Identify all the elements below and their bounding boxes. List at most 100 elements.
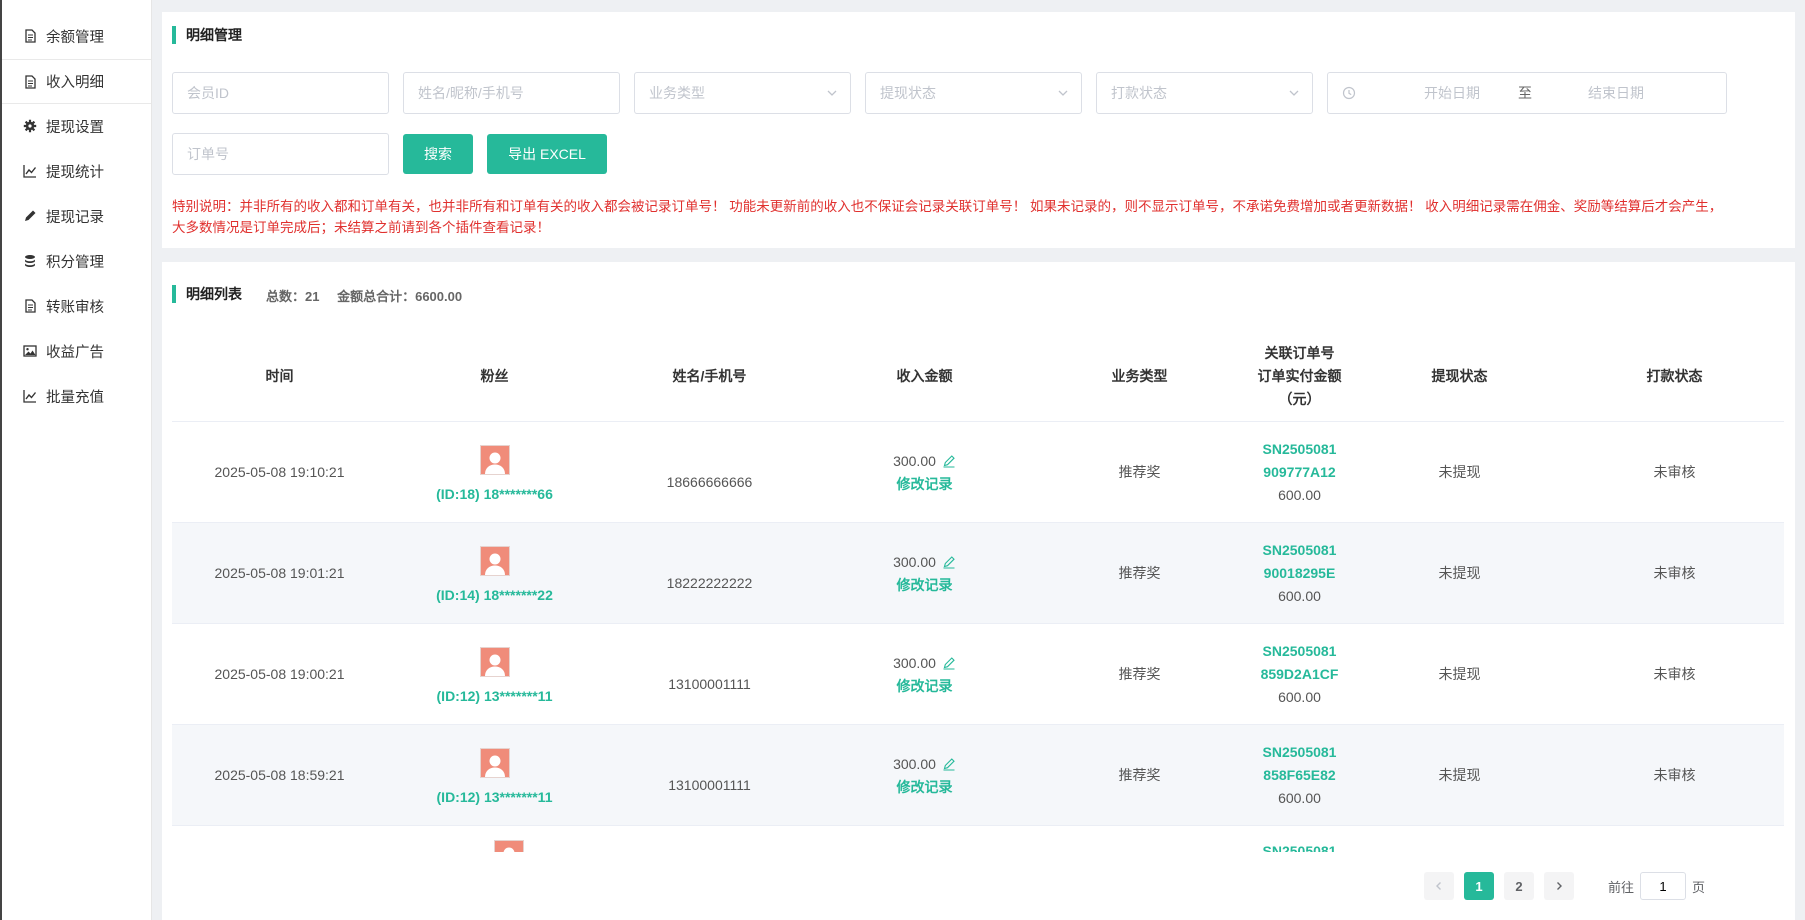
database-icon: [22, 253, 38, 269]
avatar-icon: [484, 654, 505, 676]
date-separator: 至: [1518, 85, 1532, 101]
sidebar-item-income-detail[interactable]: 收入明细: [2, 59, 151, 104]
sidebar-item-withdraw-records[interactable]: 提现记录: [2, 194, 151, 239]
fan-link[interactable]: (ID:14) 18*******22: [436, 584, 553, 607]
cell-amount: 300.00 修改记录: [817, 725, 1032, 826]
order-no-link[interactable]: SN2505081: [1263, 741, 1337, 764]
cell-phone: 18222222222: [666, 575, 753, 591]
sidebar-item-label: 积分管理: [46, 254, 104, 271]
cell-withdraw-status: 未提现: [1438, 666, 1481, 682]
avatar[interactable]: [479, 748, 510, 778]
sidebar-item-revenue-ads[interactable]: 收益广告: [2, 329, 151, 374]
date-range-picker[interactable]: 开始日期 至 结束日期: [1327, 72, 1727, 114]
prev-page-button[interactable]: [1424, 872, 1454, 900]
list-card: 明细列表 总数：21 金额总合计：6600.00 时间 粉丝 姓名/手机号 收入…: [162, 262, 1795, 920]
main-content: 明细管理 业务类型 提现状态 打款状态 开始日期 至 结束日期 搜索 导出 EX…: [162, 0, 1795, 920]
col-name-phone: 姓名/手机号: [672, 367, 747, 384]
title-accent-bar: [172, 26, 176, 44]
table-body: 2025-05-08 19:10:21 (ID:18) 18*******66 18…: [172, 422, 1784, 852]
cell-payment-status: 未审核: [1653, 464, 1696, 480]
withdraw-status-select[interactable]: 提现状态: [865, 72, 1082, 114]
edit-icon[interactable]: [942, 656, 956, 670]
order-no-input[interactable]: [172, 133, 389, 175]
business-type-select[interactable]: 业务类型: [634, 72, 851, 114]
sidebar-item-balance[interactable]: 余额管理: [2, 14, 151, 59]
sidebar-item-label: 收益广告: [46, 344, 104, 361]
avatar[interactable]: [494, 840, 524, 852]
cell-withdraw-status: 未提现: [1438, 767, 1481, 783]
col-business-type: 业务类型: [1111, 367, 1168, 384]
order-no-link[interactable]: SN2505081: [1247, 840, 1352, 852]
goto-page-input[interactable]: [1640, 872, 1687, 900]
table-row: SN2505081: [172, 826, 1784, 852]
cell-business-type: 推荐奖: [1118, 666, 1161, 682]
sidebar-item-transfer-review[interactable]: 转账审核: [2, 284, 151, 329]
start-date-input[interactable]: 开始日期: [1402, 83, 1502, 103]
avatar[interactable]: [479, 546, 510, 576]
sidebar-item-label: 提现设置: [46, 119, 104, 136]
order-no-link[interactable]: 859D2A1CF: [1261, 663, 1339, 686]
cell-business-type: 推荐奖: [1118, 464, 1161, 480]
sidebar-item-withdraw-stats[interactable]: 提现统计: [2, 149, 151, 194]
order-no-link[interactable]: SN2505081: [1263, 438, 1337, 461]
avatar[interactable]: [479, 647, 510, 677]
table-row: 2025-05-08 19:00:21 (ID:12) 13*******11 13…: [172, 624, 1784, 725]
col-payment-status: 打款状态: [1646, 367, 1703, 384]
next-page-button[interactable]: [1544, 872, 1574, 900]
cell-order: SN2505081 858F65E82 600.00: [1247, 725, 1352, 826]
order-no-link[interactable]: SN2505081: [1263, 539, 1337, 562]
cell-phone: 13100001111: [668, 777, 751, 793]
sidebar-item-label: 批量充值: [46, 389, 104, 406]
page-button-2[interactable]: 2: [1504, 872, 1534, 900]
edit-record-link[interactable]: 修改记录: [897, 473, 953, 496]
order-no-link[interactable]: SN2505081: [1263, 640, 1337, 663]
table-header: 时间 粉丝 姓名/手机号 收入金额 业务类型 关联订单号 订单实付金额 （元） …: [172, 330, 1784, 422]
avatar-icon: [484, 452, 505, 474]
chevron-right-icon: [1557, 882, 1562, 890]
edit-icon[interactable]: [942, 555, 956, 569]
chevron-down-icon: [827, 90, 837, 96]
avatar-icon: [484, 553, 505, 575]
end-date-input[interactable]: 结束日期: [1566, 83, 1666, 103]
member-id-input[interactable]: [172, 72, 389, 114]
title-accent-bar: [172, 285, 176, 303]
col-withdraw-status: 提现状态: [1431, 367, 1488, 384]
list-summary: 总数：21 金额总合计：6600.00: [266, 286, 476, 305]
sidebar-item-points[interactable]: 积分管理: [2, 239, 151, 284]
page-button-1[interactable]: 1: [1464, 872, 1494, 900]
cell-order: SN2505081 909777A12 600.00: [1247, 422, 1352, 523]
edit-icon[interactable]: [942, 454, 956, 468]
file-icon: [22, 298, 38, 314]
payment-status-select[interactable]: 打款状态: [1096, 72, 1313, 114]
name-phone-input[interactable]: [403, 72, 620, 114]
edit-record-link[interactable]: 修改记录: [897, 675, 953, 698]
pagination: 1 2 前往 页: [1424, 872, 1705, 900]
fan-link[interactable]: (ID:18) 18*******66: [436, 483, 553, 506]
detail-table: 时间 粉丝 姓名/手机号 收入金额 业务类型 关联订单号 订单实付金额 （元） …: [172, 330, 1784, 852]
col-order: 关联订单号 订单实付金额 （元）: [1257, 344, 1342, 407]
sidebar-item-label: 收入明细: [46, 75, 104, 91]
order-no-link[interactable]: 909777A12: [1263, 461, 1335, 484]
fan-link[interactable]: (ID:12) 13*******11: [437, 685, 553, 708]
sidebar-item-bulk-recharge[interactable]: 批量充值: [2, 374, 151, 419]
edit-icon[interactable]: [942, 757, 956, 771]
edit-record-link[interactable]: 修改记录: [897, 776, 953, 799]
image-icon: [22, 343, 38, 359]
edit-record-link[interactable]: 修改记录: [897, 574, 953, 597]
order-no-link[interactable]: 90018295E: [1264, 562, 1336, 585]
sidebar-item-withdraw-settings[interactable]: 提现设置: [2, 104, 151, 149]
avatar[interactable]: [479, 445, 510, 475]
order-no-link[interactable]: 858F65E82: [1263, 764, 1335, 787]
search-button[interactable]: 搜索: [403, 134, 473, 174]
sidebar-item-label: 提现记录: [46, 209, 104, 226]
cell-payment-status: 未审核: [1653, 666, 1696, 682]
fan-link[interactable]: (ID:12) 13*******11: [437, 786, 553, 809]
cell-order: SN2505081 859D2A1CF 600.00: [1247, 624, 1352, 725]
chevron-down-icon: [1058, 90, 1068, 96]
table-row: 2025-05-08 19:10:21 (ID:18) 18*******66 18…: [172, 422, 1784, 523]
filter-title: 明细管理: [172, 25, 242, 45]
chart-line-icon: [22, 388, 38, 404]
gear-icon: [22, 118, 38, 134]
export-excel-button[interactable]: 导出 EXCEL: [487, 134, 607, 174]
cell-time: 2025-05-08 19:10:21: [214, 464, 345, 480]
